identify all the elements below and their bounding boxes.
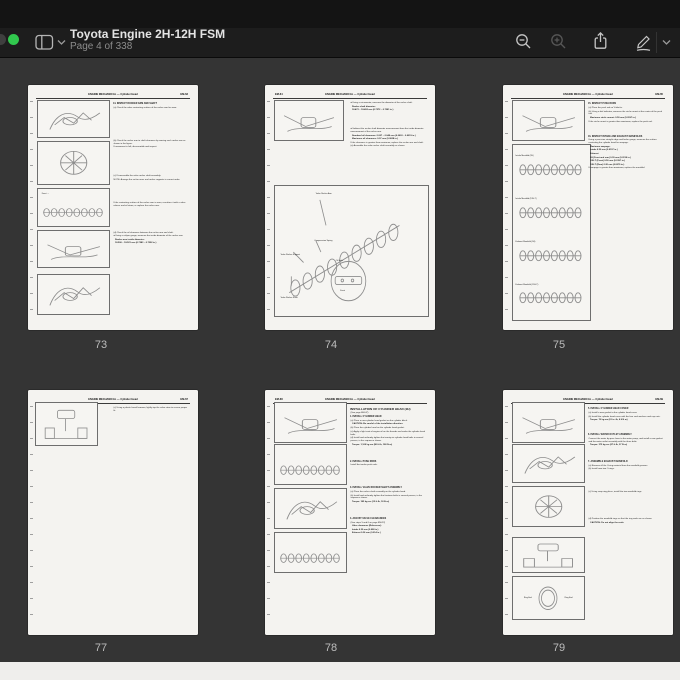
figure-box [37, 141, 110, 185]
chevron-down-icon [57, 39, 66, 46]
figure-box: Front → [37, 188, 110, 227]
page-indicator: Page 4 of 338 [70, 41, 225, 52]
figure-label: Ring End [565, 597, 573, 599]
binder-edge-ticks [30, 406, 33, 629]
page-code: EM-65 [655, 93, 663, 97]
page-thumbnail[interactable]: ENGINE MECHANICAL — Cylinder HeadEM-68IN… [265, 390, 435, 635]
figure-box [274, 532, 347, 573]
figure-box [512, 444, 585, 483]
page-header: ENGINE MECHANICAL — Cylinder Head EM-63 [38, 93, 188, 97]
page-number-caption: 79 [553, 642, 565, 654]
figure-box [512, 402, 585, 443]
zoom-in-icon [550, 33, 567, 50]
figure-box [512, 537, 585, 573]
page-code: EM-69 [655, 398, 663, 402]
toolbar: Toyota Engine 2H-12H FSM Page 4 of 338 [0, 28, 680, 58]
figure-box: Ring End Ring End [512, 576, 585, 620]
page-number-caption: 74 [325, 339, 337, 351]
page-text: 14. INSPECT ROCKER ARM AND SHAFT(a) Chec… [113, 102, 190, 246]
zoom-in-button[interactable] [550, 33, 567, 50]
figure-label: Valve Rocker Arm [316, 193, 332, 195]
page-number-caption: 78 [325, 642, 337, 654]
page-text: 5. INSTALL CYLINDER HEAD COVER(a) Instal… [588, 407, 665, 525]
page-header-title: ENGINE MECHANICAL — Cylinder Head [325, 93, 375, 96]
page-thumbnail[interactable]: ENGINE MECHANICAL — Cylinder Head EM-65 In… [503, 85, 673, 330]
traffic-light-dim[interactable] [0, 34, 6, 45]
figure-label: Valve Rocker Shaft [281, 297, 298, 299]
sidebar-toggle-button[interactable] [35, 34, 54, 51]
page-text: 15. INSPECT PUSH RODS(a) Place the push … [588, 102, 665, 171]
markup-pencil-icon [634, 32, 653, 52]
window-top-band [0, 0, 680, 28]
page-thumbnail[interactable]: ENGINE MECHANICAL — Cylinder Head EM-67 (c… [28, 390, 198, 635]
header-rule [273, 98, 427, 99]
page-thumbnail[interactable]: ENGINE MECHANICAL — Cylinder Head EM-69 Ri… [503, 390, 673, 635]
header-rule [511, 98, 665, 99]
figure-box [37, 274, 110, 315]
sidebar-toggle-icon [35, 34, 54, 51]
page-number-caption: 75 [553, 339, 565, 351]
sidebar-view-chevron[interactable] [57, 39, 66, 46]
page-header: ENGINE MECHANICAL — Cylinder Head EM-65 [513, 93, 663, 97]
page-text: (c) Using a plastic faced hammer, lightl… [113, 407, 190, 414]
page-thumbnail[interactable]: ENGINE MECHANICAL — Cylinder Head EM-63 Fr… [28, 85, 198, 330]
binder-edge-ticks [267, 101, 270, 324]
figure-box [274, 488, 347, 529]
markup-menu-chevron[interactable] [662, 39, 671, 46]
share-icon [592, 31, 609, 51]
page-header-title: ENGINE MECHANICAL — Cylinder Head [88, 93, 138, 96]
window-title: Toyota Engine 2H-12H FSM [70, 28, 225, 41]
figure-box [274, 402, 347, 443]
page-thumbnail[interactable]: ENGINE MECHANICAL — Cylinder Head EM-64 Va… [265, 85, 435, 330]
binder-edge-ticks [30, 101, 33, 324]
figure-label: Oil Hole [336, 260, 343, 262]
page-code: EM-64 [275, 93, 283, 97]
figure-box: Valve Rocker Arm Compression Spring Valve … [274, 185, 429, 317]
binder-edge-ticks [505, 101, 508, 324]
page-header-title: ENGINE MECHANICAL — Cylinder Head [325, 398, 375, 401]
title-block: Toyota Engine 2H-12H FSM Page 4 of 338 [70, 28, 225, 52]
markup-button[interactable] [634, 32, 653, 52]
page-header-title: ENGINE MECHANICAL — Cylinder Head [563, 93, 613, 96]
page-number-caption: 77 [95, 642, 107, 654]
binder-edge-ticks [267, 406, 270, 629]
page-code: EM-67 [180, 398, 188, 402]
figure-box: Intake Manifold (2H)Intake Manifold (12H… [512, 144, 591, 322]
figure-box [35, 402, 98, 446]
page-code: EM-63 [180, 93, 188, 97]
figure-box [512, 486, 585, 527]
figure-label: Compression Spring [314, 240, 332, 242]
binder-edge-ticks [505, 406, 508, 629]
preview-window: Toyota Engine 2H-12H FSM Page 4 of 338 [0, 0, 680, 680]
figure-box [512, 100, 585, 141]
page-header-title: ENGINE MECHANICAL — Cylinder Head [88, 398, 138, 401]
page-header-title: ENGINE MECHANICAL — Cylinder Head [563, 398, 613, 401]
traffic-light-green[interactable] [8, 34, 19, 45]
zoom-out-button[interactable] [515, 33, 532, 50]
figure-label: Front [340, 290, 345, 292]
zoom-out-icon [515, 33, 532, 50]
page-text: INSTALLATION OF CYLINDER HEAD (2H)(See p… [350, 407, 427, 536]
toolbar-separator [656, 32, 657, 53]
page-text: ● Using a micrometer, measure the diamet… [350, 102, 427, 149]
figure-label: Front → [42, 193, 49, 195]
figure-label: Valve Rocker Support [281, 254, 300, 256]
thumbnail-partial-next-row[interactable] [0, 662, 680, 680]
figure-box [37, 230, 110, 269]
figure-box [274, 100, 344, 141]
page-header: ENGINE MECHANICAL — Cylinder Head EM-64 [275, 93, 425, 97]
header-rule [36, 98, 190, 99]
figure-box [37, 100, 110, 139]
chevron-down-icon [662, 39, 671, 46]
figure-box [274, 444, 347, 485]
share-button[interactable] [592, 31, 609, 51]
page-number-caption: 73 [95, 339, 107, 351]
figure-label: Ring End [524, 597, 532, 599]
